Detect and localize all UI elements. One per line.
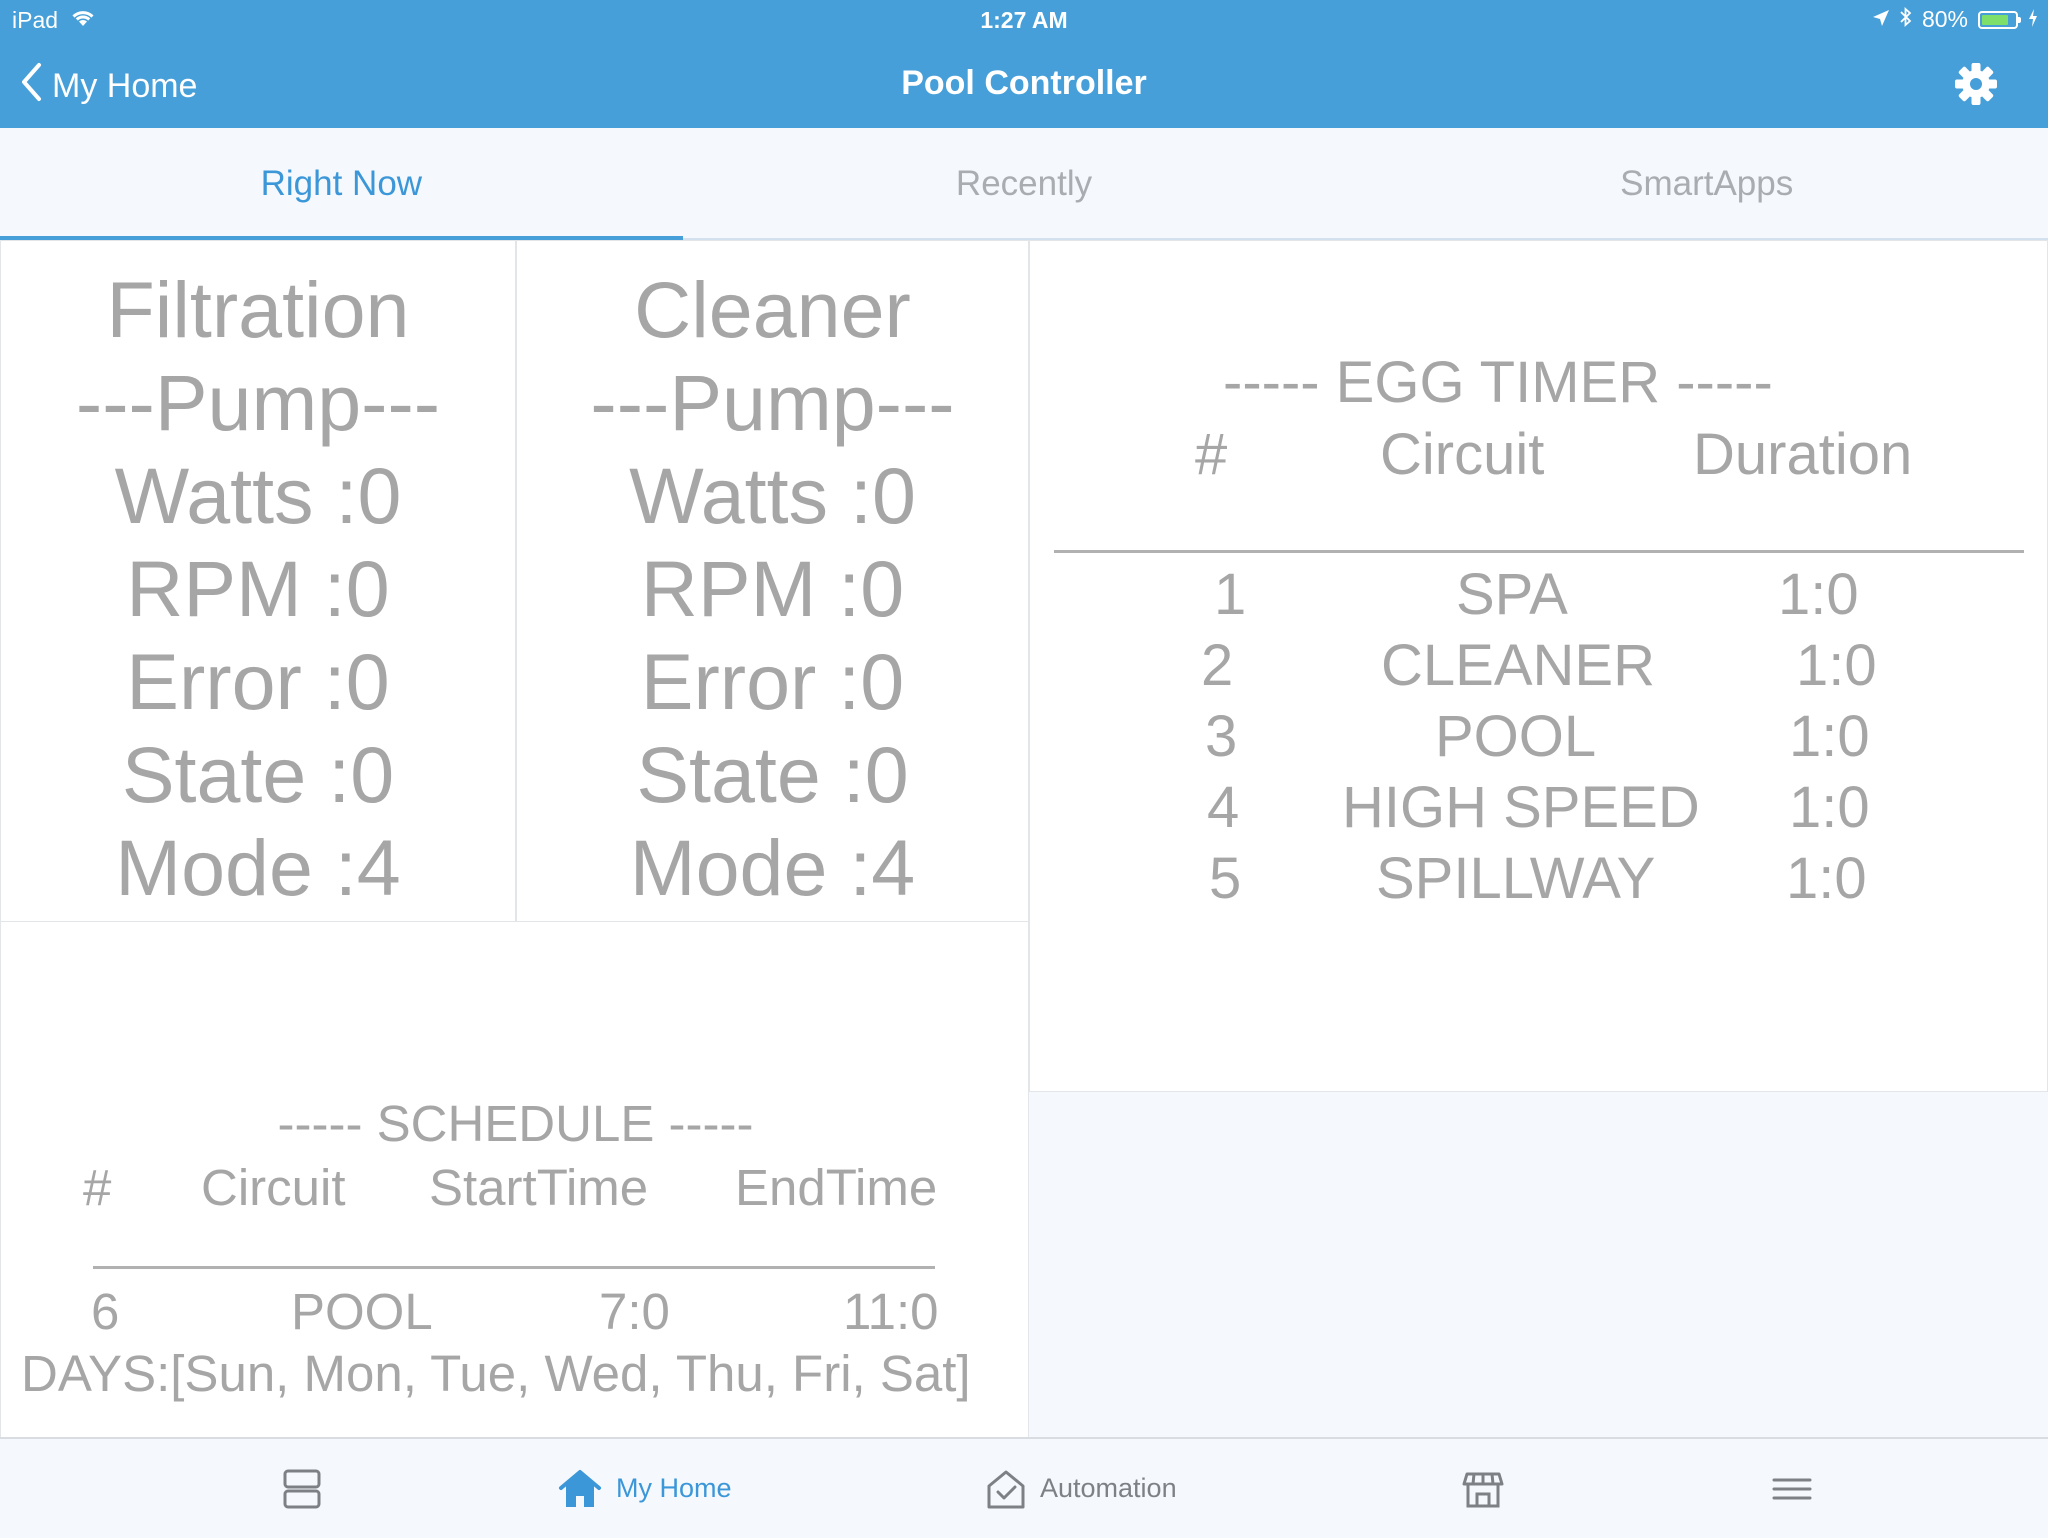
battery-icon	[1978, 10, 2021, 29]
egg-row-5-duration: 1:0	[1786, 846, 1867, 911]
tab-my-home-label: My Home	[616, 1473, 732, 1503]
egg-row-1-duration: 1:0	[1778, 562, 1859, 627]
tab-marketplace[interactable]	[1462, 1439, 1504, 1538]
back-label: My Home	[52, 67, 198, 105]
charging-icon	[2028, 6, 2038, 33]
pump-mode: Mode :4	[629, 823, 916, 912]
pump-error: Error :0	[640, 637, 905, 726]
egg-header-number: #	[1195, 422, 1228, 487]
schedule-header-number: #	[83, 1159, 112, 1216]
egg-row-4-circuit: HIGH SPEED	[1342, 775, 1700, 840]
battery-fill	[1982, 14, 2008, 25]
schedule-divider	[93, 1266, 935, 1269]
bottom-tab-bar: My Home Automation	[0, 1437, 2048, 1538]
home-icon	[558, 1468, 602, 1510]
schedule-tile[interactable]: ----- SCHEDULE ----- # Circuit StartTime…	[0, 921, 1029, 1439]
tab-automation[interactable]: Automation	[986, 1439, 1177, 1538]
egg-divider	[1054, 550, 2024, 553]
pump-name: Filtration	[106, 265, 410, 354]
egg-row-2-circuit: CLEANER	[1381, 633, 1655, 698]
egg-row-3-number: 3	[1205, 704, 1238, 769]
egg-row-3-duration: 1:0	[1789, 704, 1870, 769]
egg-header-circuit: Circuit	[1380, 422, 1545, 487]
egg-row-5-number: 5	[1209, 846, 1242, 911]
schedule-row-endtime: 11:0	[843, 1283, 939, 1340]
automation-icon	[986, 1468, 1026, 1510]
marketplace-icon	[1462, 1468, 1504, 1510]
back-button[interactable]: My Home	[20, 62, 197, 111]
pump-name: Cleaner	[634, 265, 911, 354]
pump-subtitle: ---Pump---	[590, 358, 955, 447]
location-icon	[1872, 6, 1890, 33]
chevron-left-icon	[20, 62, 42, 111]
egg-row-4-duration: 1:0	[1789, 775, 1870, 840]
filtration-pump-tile[interactable]: Filtration ---Pump--- Watts :0 RPM :0 Er…	[0, 240, 516, 922]
pump-state: State :0	[121, 730, 395, 819]
menu-icon	[1772, 1468, 1812, 1510]
egg-row-2-number: 2	[1201, 633, 1234, 698]
gear-icon[interactable]	[1954, 62, 1998, 106]
schedule-row-circuit: POOL	[291, 1283, 433, 1340]
schedule-days: DAYS:[Sun, Mon, Tue, Wed, Thu, Fri, Sat]	[21, 1345, 971, 1402]
tab-right-now[interactable]: Right Now	[0, 128, 683, 240]
pump-state: State :0	[636, 730, 909, 819]
pump-subtitle: ---Pump---	[75, 358, 441, 447]
tab-smartapps[interactable]: SmartApps	[1365, 128, 2048, 238]
tab-automation-label: Automation	[1040, 1473, 1177, 1503]
page-title: Pool Controller	[901, 64, 1147, 102]
tab-dashboard[interactable]	[282, 1439, 322, 1538]
egg-row-2-duration: 1:0	[1796, 633, 1877, 698]
tab-recently[interactable]: Recently	[683, 128, 1366, 238]
pump-watts: Watts :0	[114, 451, 402, 540]
tab-my-home[interactable]: My Home	[558, 1439, 732, 1538]
egg-timer-title: ----- EGG TIMER -----	[1223, 350, 1773, 415]
battery-percent: 80%	[1921, 6, 1968, 32]
nav-bar: My Home Pool Controller	[0, 40, 2048, 128]
pump-watts: Watts :0	[629, 451, 916, 540]
pump-rpm: RPM :0	[640, 544, 905, 633]
status-time: 1:27 AM	[980, 7, 1068, 33]
tab-menu[interactable]	[1772, 1439, 1812, 1538]
egg-row-5-circuit: SPILLWAY	[1376, 846, 1656, 911]
schedule-row-starttime: 7:0	[599, 1283, 670, 1340]
pump-rpm: RPM :0	[126, 544, 390, 633]
cleaner-pump-tile[interactable]: Cleaner ---Pump--- Watts :0 RPM :0 Error…	[516, 240, 1029, 922]
dashboard-icon	[282, 1468, 322, 1510]
egg-header-duration: Duration	[1693, 422, 1913, 487]
egg-row-4-number: 4	[1207, 775, 1240, 840]
egg-row-1-number: 1	[1214, 562, 1247, 627]
status-bar: iPad 1:27 AM 80%	[0, 0, 2048, 40]
schedule-row-number: 6	[91, 1283, 120, 1340]
pump-mode: Mode :4	[115, 823, 401, 912]
egg-row-3-circuit: POOL	[1435, 704, 1597, 769]
schedule-header-starttime: StartTime	[429, 1159, 649, 1216]
egg-row-1-circuit: SPA	[1456, 562, 1568, 627]
egg-timer-tile[interactable]: ----- EGG TIMER ----- # Circuit Duration…	[1029, 240, 2048, 1092]
bluetooth-icon	[1900, 6, 1912, 33]
schedule-header-endtime: EndTime	[735, 1159, 938, 1216]
schedule-header-circuit: Circuit	[201, 1159, 346, 1216]
segment-tabs: Right Now Recently SmartApps	[0, 128, 2048, 240]
pump-error: Error :0	[126, 637, 390, 726]
schedule-title: ----- SCHEDULE -----	[277, 1095, 754, 1152]
